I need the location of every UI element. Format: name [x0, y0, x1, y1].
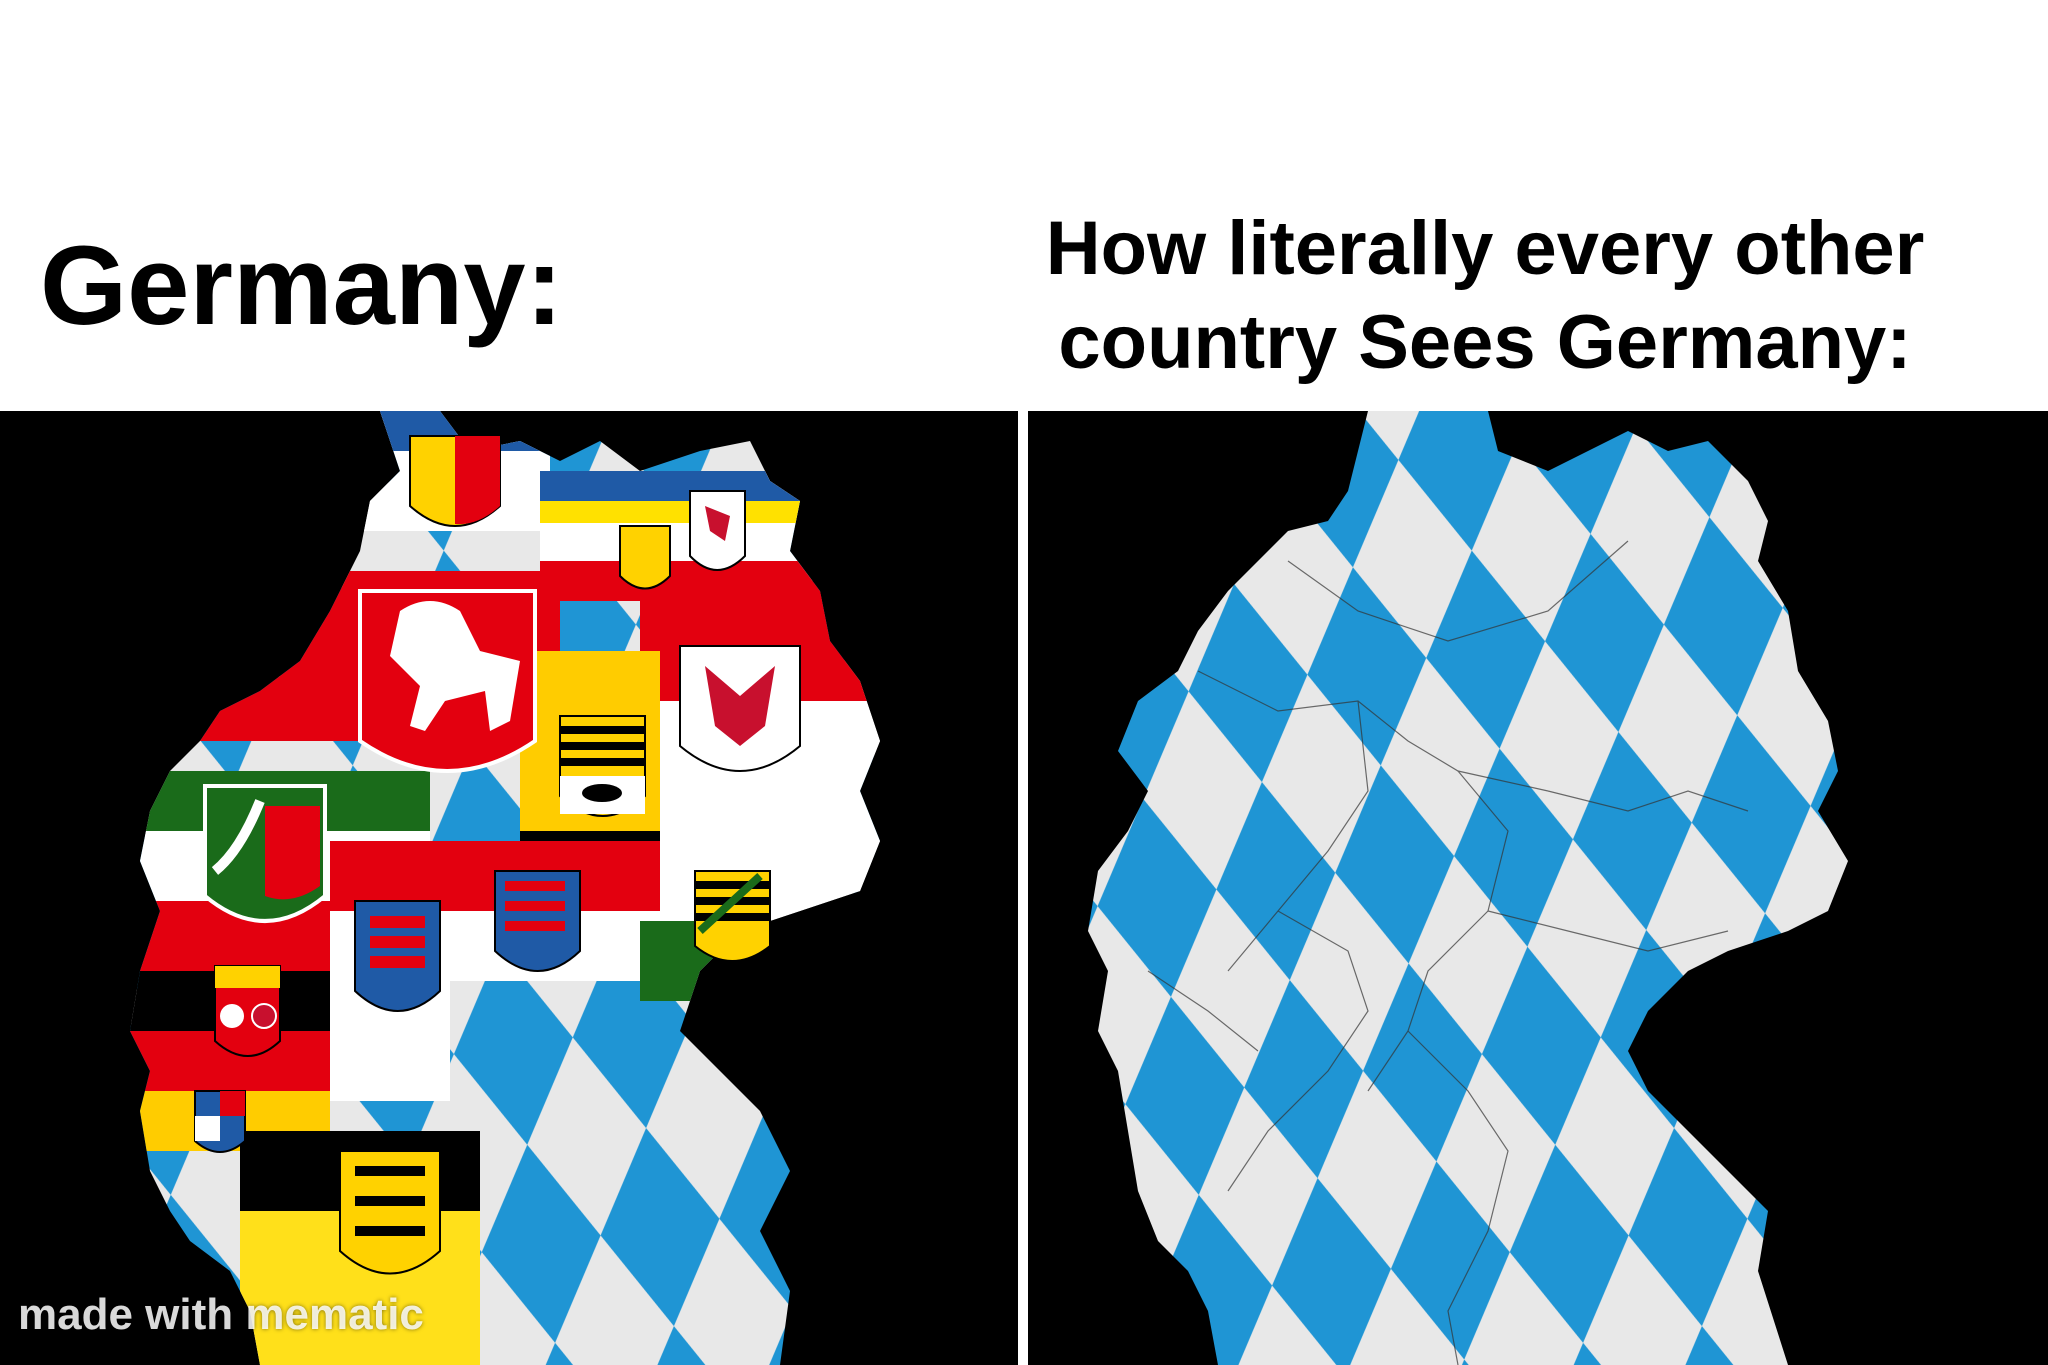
mematic-watermark: made with mematic	[18, 1290, 424, 1339]
panel-divider	[1018, 411, 1028, 1365]
rhineland-palatinate-shield	[214, 965, 281, 1057]
saxony-shield	[694, 870, 771, 962]
brandenburg-shield	[679, 645, 801, 772]
germany-bavaria-pattern-map	[1088, 411, 1848, 1365]
caption-line-2: country Sees Germany:	[1058, 300, 1912, 385]
baden-wuerttemberg-shield	[339, 1150, 441, 1275]
saarland-shield	[194, 1090, 246, 1153]
germany-outline	[1088, 411, 1848, 1365]
states-map-panel	[0, 411, 1018, 1365]
saxony-anhalt-shield	[559, 715, 646, 817]
schleswig-holstein-shield	[409, 435, 501, 527]
caption-germany: Germany:	[40, 223, 563, 348]
thuringia-shield	[494, 870, 581, 972]
germany-states-map	[130, 411, 880, 1365]
nrw-shield	[203, 784, 327, 923]
lower-saxony-shield	[358, 589, 537, 773]
bavaria-map-panel	[1028, 411, 2048, 1365]
caption-other-countries: How literally every other country Sees G…	[930, 202, 2040, 390]
hesse-shield	[354, 900, 441, 1012]
caption-line-1: How literally every other	[1045, 206, 1925, 291]
